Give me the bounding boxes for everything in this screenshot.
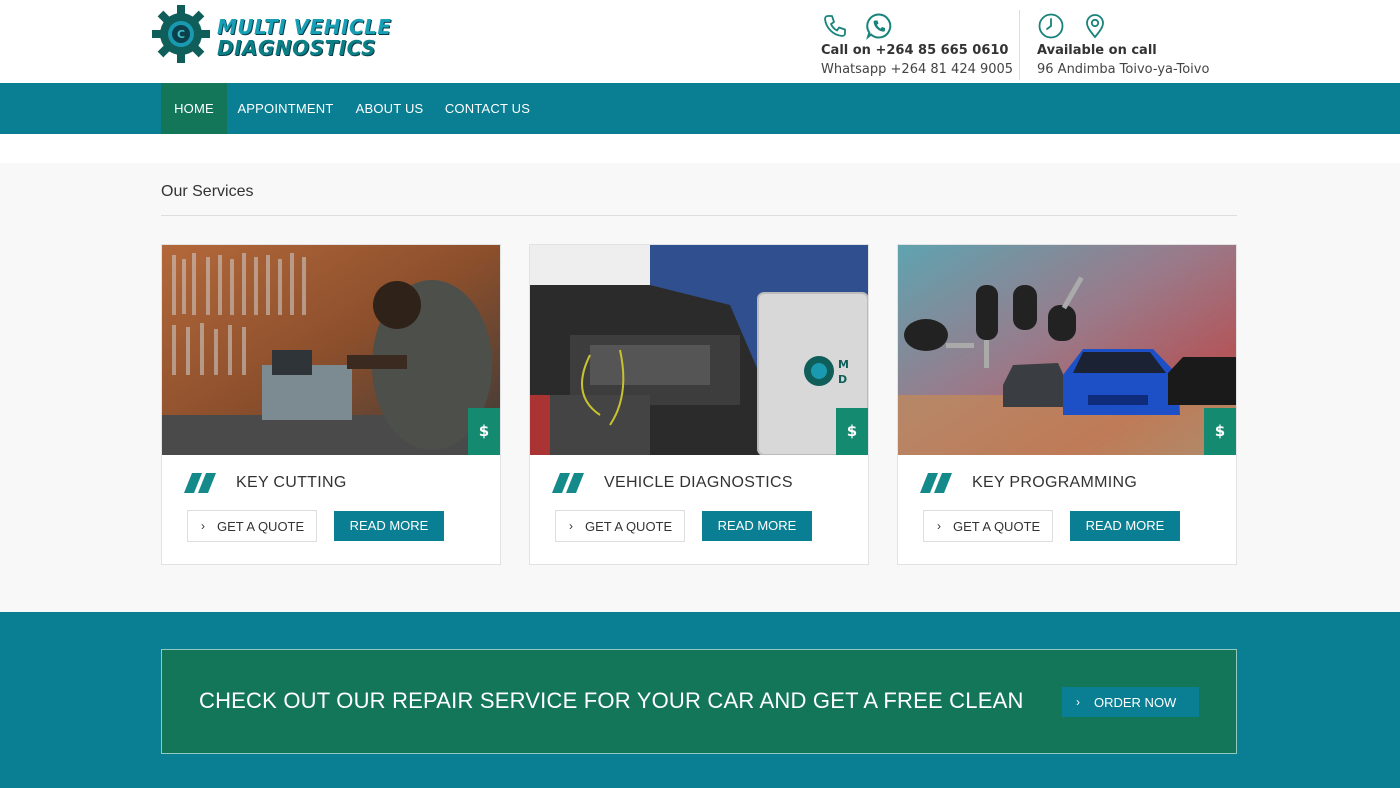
promo-text: CHECK OUT OUR REPAIR SERVICE FOR YOUR CA… [199,688,1024,713]
nav-item-appointment[interactable]: APPOINTMENT [227,83,344,134]
get-a-quote-label: GET A QUOTE [217,518,305,534]
order-now-button[interactable]: › ORDER NOW [1062,687,1199,717]
section-divider [161,215,1237,216]
get-a-quote-label: GET A QUOTE [585,518,673,534]
service-card-key-programming: $ KEY PROGRAMMING › GET A QUOTE READ MOR… [897,244,1237,565]
nav-item-contact-us[interactable]: CONTACT US [435,83,540,134]
read-more-button[interactable]: READ MORE [702,511,812,541]
services-section: Our Services $ KEY CUTTING › GET A QUOTE… [0,163,1400,612]
chevron-right-icon: › [201,519,205,533]
get-a-quote-button[interactable]: › GET A QUOTE [555,510,685,542]
logo-line-2: DIAGNOSTICS [217,36,377,60]
logo-wordmark: MULTI VEHICLE DIAGNOSTICS [217,17,392,59]
whatsapp-icon[interactable] [865,12,893,40]
svg-text:D: D [838,373,847,386]
get-a-quote-button[interactable]: › GET A QUOTE [187,510,317,542]
location-pin-icon [1086,14,1104,39]
service-title: KEY CUTTING [236,474,347,491]
svg-text:M: M [838,358,849,371]
site-logo[interactable]: C MULTI VEHICLE DIAGNOSTICS [150,3,405,63]
availability-label: Available on call [1037,43,1157,58]
title-stripes-icon [920,473,952,493]
header-divider [1019,10,1020,80]
service-card-vehicle-diagnostics: M D $ VEHICLE DIAGNOSTICS › GET A QUOTE … [529,244,869,565]
gear-logo-icon: C [152,5,210,63]
section-title: Our Services [161,183,254,200]
whatsapp-number[interactable]: Whatsapp +264 81 424 9005 [821,62,1013,77]
price-badge[interactable]: $ [468,408,500,455]
key-programming-photo [898,245,1236,455]
clock-icon [1038,13,1064,39]
get-a-quote-label: GET A QUOTE [953,518,1041,534]
read-more-button[interactable]: READ MORE [334,511,444,541]
chevron-right-icon: › [569,519,573,533]
address-text: 96 Andimba Toivo-ya-Toivo [1037,62,1210,77]
key-cutting-photo [162,245,500,455]
get-a-quote-button[interactable]: › GET A QUOTE [923,510,1053,542]
chevron-right-icon: › [1076,695,1080,709]
phone-icon[interactable] [821,12,849,40]
availability-info: Available on call 96 Andimba Toivo-ya-To… [1037,12,1237,82]
nav-item-about-us[interactable]: ABOUT US [344,83,435,134]
price-badge[interactable]: $ [836,408,868,455]
service-title: VEHICLE DIAGNOSTICS [604,474,793,491]
service-card-key-cutting: $ KEY CUTTING › GET A QUOTE READ MORE [161,244,501,565]
phone-contact: Call on +264 85 665 0610 Whatsapp +264 8… [821,12,1013,82]
title-stripes-icon [552,473,584,493]
main-nav: HOME APPOINTMENT ABOUT US CONTACT US [0,83,1400,134]
order-now-label: ORDER NOW [1094,694,1177,710]
phone-number[interactable]: Call on +264 85 665 0610 [821,43,1008,58]
price-badge[interactable]: $ [1204,408,1236,455]
promo-banner: CHECK OUT OUR REPAIR SERVICE FOR YOUR CA… [161,649,1237,754]
read-more-button[interactable]: READ MORE [1070,511,1180,541]
nav-item-home[interactable]: HOME [161,83,227,134]
chevron-right-icon: › [937,519,941,533]
title-stripes-icon [184,473,216,493]
vehicle-diagnostics-photo: M D [530,245,868,455]
logo-line-1: MULTI VEHICLE [217,15,392,39]
svg-text:C: C [177,28,185,41]
service-title: KEY PROGRAMMING [972,474,1138,491]
site-header: C MULTI VEHICLE DIAGNOSTICS Call on +264… [0,0,1400,83]
